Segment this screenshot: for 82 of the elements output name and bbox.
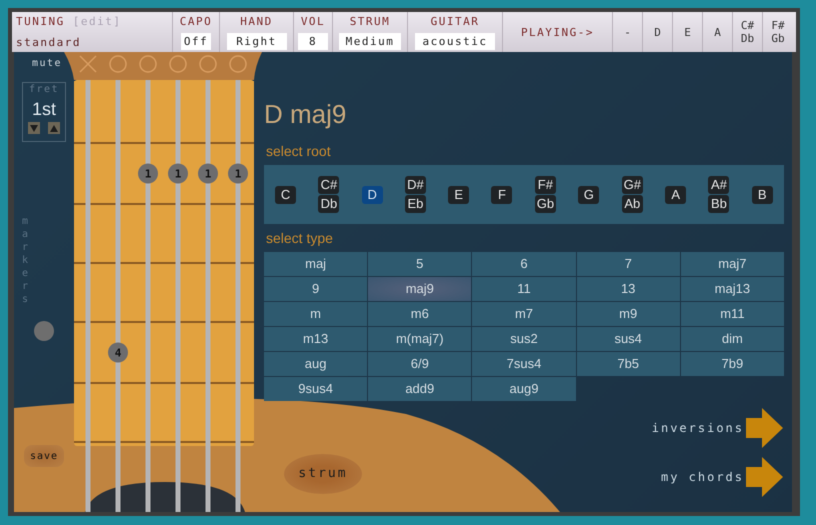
chord-type-cell[interactable]: 7: [576, 252, 680, 276]
chord-type-cell[interactable]: m13: [264, 327, 368, 351]
finger-dot: 4: [108, 342, 128, 362]
root-note-button[interactable]: C: [275, 186, 296, 204]
chord-type-cell[interactable]: 7b5: [576, 352, 680, 376]
root-note-button[interactable]: F: [491, 186, 512, 204]
chord-type-cell[interactable]: maj: [264, 252, 368, 276]
setting-field[interactable]: Off: [180, 33, 212, 50]
chord-type-cell[interactable]: 6/9: [368, 352, 472, 376]
playing-label: PLAYING->: [520, 24, 594, 40]
tuning-label: TUNING: [16, 14, 65, 29]
fret-up-button[interactable]: [48, 122, 60, 134]
chord-type-cell[interactable]: aug9: [472, 377, 576, 401]
playing-note: F# Gb: [770, 18, 786, 47]
root-note-button[interactable]: A# Bb: [708, 176, 730, 213]
right-arrow-icon: [746, 408, 783, 448]
up-triangle-icon: [50, 124, 58, 132]
markers-toggle[interactable]: [34, 321, 54, 341]
root-note-button[interactable]: F# Gb: [534, 176, 556, 213]
chord-title: D maj9: [264, 98, 348, 130]
chord-type-cell[interactable]: 9sus4: [264, 377, 368, 401]
finger-dot: 1: [168, 164, 188, 184]
chord-type-cell[interactable]: maj13: [680, 277, 784, 301]
down-triangle-icon: [30, 124, 38, 132]
root-note-button[interactable]: A: [665, 186, 686, 204]
markers-label: markers: [22, 215, 31, 306]
chord-type-cell[interactable]: m9: [576, 302, 680, 326]
mute-toggle[interactable]: [199, 55, 217, 73]
right-arrow-icon: [746, 457, 783, 497]
setting-label: CAPO: [180, 14, 212, 29]
root-note-button[interactable]: C# Db: [318, 176, 340, 213]
chord-type-cell[interactable]: 11: [472, 277, 576, 301]
section-label: select type: [265, 230, 334, 246]
mute-toggle[interactable]: [229, 55, 247, 73]
setting-field[interactable]: acoustic: [415, 33, 495, 50]
chord-type-cell[interactable]: maj9: [368, 277, 472, 301]
chord-type-cell[interactable]: 7sus4: [472, 352, 576, 376]
mute-toggle[interactable]: [79, 55, 97, 73]
setting-label: STRUM: [350, 14, 390, 29]
finger-dot: 1: [198, 164, 218, 184]
finger-dot: 1: [138, 164, 158, 184]
chord-type-cell[interactable]: add9: [368, 377, 472, 401]
chord-type-cell[interactable]: sus2: [472, 327, 576, 351]
setting-field[interactable]: Medium: [339, 33, 401, 50]
root-note-button[interactable]: G: [578, 186, 600, 204]
mute-toggle[interactable]: [169, 55, 187, 73]
setting-label: HAND: [240, 14, 273, 29]
section-label: select root: [265, 143, 332, 159]
chord-type-cell[interactable]: 9: [264, 277, 368, 301]
root-note-button[interactable]: B: [752, 186, 773, 204]
fret-value: 1st: [32, 98, 56, 121]
chord-type-cell[interactable]: 13: [576, 277, 680, 301]
chord-type-cell[interactable]: sus4: [576, 327, 680, 351]
setting-field[interactable]: 8: [298, 33, 328, 50]
chord-type-cell[interactable]: m11: [680, 302, 784, 326]
chord-type-cell[interactable]: aug: [264, 352, 368, 376]
chord-type-cell[interactable]: m7: [472, 302, 576, 326]
fret-label: fret: [28, 83, 60, 96]
chord-type-cell[interactable]: 5: [368, 252, 472, 276]
root-note-button[interactable]: D: [362, 186, 383, 204]
root-note-button[interactable]: G# Ab: [622, 176, 643, 213]
nav-button[interactable]: my chords: [660, 458, 784, 496]
tuning-value: standard: [16, 35, 81, 50]
chord-type-cell[interactable]: maj7: [680, 252, 784, 276]
root-note-button[interactable]: D# Eb: [404, 176, 426, 213]
chord-type-cell[interactable]: 6: [472, 252, 576, 276]
setting-field[interactable]: Right: [226, 33, 286, 50]
nav-button[interactable]: inversions: [652, 409, 784, 447]
mute-toggle[interactable]: [139, 55, 157, 73]
chord-type-cell[interactable]: m6: [368, 302, 472, 326]
chord-type-cell[interactable]: dim: [680, 327, 784, 351]
save-button[interactable]: save: [24, 445, 64, 467]
chord-type-cell[interactable]: m: [264, 302, 368, 326]
finger-dot: 1: [228, 164, 248, 184]
chord-type-cell[interactable]: m(maj7): [368, 327, 472, 351]
setting-label: GUITAR: [430, 14, 480, 29]
root-note-button[interactable]: E: [448, 186, 470, 204]
setting-label: VOL: [300, 14, 326, 29]
chord-type-cell[interactable]: 7b9: [680, 352, 784, 376]
mute-toggle[interactable]: [109, 55, 127, 73]
fret-down-button[interactable]: [28, 122, 40, 134]
mute-label: mute: [32, 57, 62, 71]
